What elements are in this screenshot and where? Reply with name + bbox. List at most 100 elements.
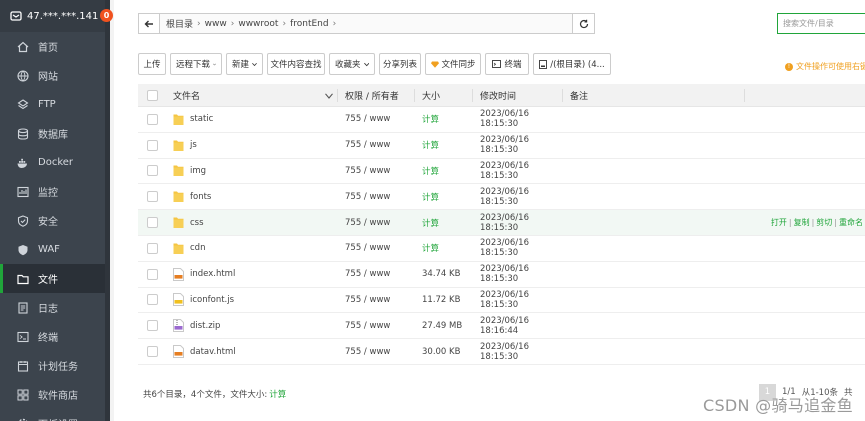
notification-badge[interactable]: 0 <box>100 9 113 22</box>
share-list-button[interactable]: 分享列表 <box>379 53 421 75</box>
sidebar-item-4[interactable]: Docker <box>0 148 105 177</box>
file-name[interactable]: index.html <box>190 269 235 279</box>
table-row[interactable]: css 755 / www 计算 2023/06/16 18:15:30 打开 | 复制 | 剪… <box>138 210 865 236</box>
file-size[interactable]: 计算 <box>418 139 476 151</box>
table-row[interactable]: dist.zip 755 / www 27.49 MB 2023/06/16 18:1… <box>138 313 865 340</box>
new-button[interactable]: 新建 <box>226 53 263 75</box>
sidebar-item-10[interactable]: 终端 <box>0 322 105 351</box>
row-checkbox[interactable] <box>147 242 158 254</box>
file-name[interactable]: datav.html <box>190 347 236 357</box>
sidebar-item-5[interactable]: 监控 <box>0 177 105 206</box>
terminal-icon <box>492 60 502 68</box>
crumb-wwwroot[interactable]: wwwroot <box>238 19 278 29</box>
rename-action[interactable]: 重命名 <box>839 217 863 228</box>
file-name[interactable]: fonts <box>190 192 211 202</box>
sidebar-item-8[interactable]: 文件 <box>0 264 105 293</box>
sidebar-item-7[interactable]: WAF <box>0 235 105 264</box>
header-name[interactable]: 文件名 <box>167 89 341 102</box>
sidebar-scrollbar[interactable] <box>105 0 110 421</box>
file-perm[interactable]: 755 / www <box>341 218 418 228</box>
store-icon <box>17 389 29 401</box>
header-perm[interactable]: 权限 / 所有者 <box>341 89 418 102</box>
file-size[interactable]: 计算 <box>418 191 476 203</box>
file-size[interactable]: 计算 <box>418 242 476 254</box>
server-header[interactable]: 47.***.***.141 <box>0 0 105 32</box>
table-row[interactable]: index.html 755 / www 34.74 KB 2023/06/16 18… <box>138 262 865 288</box>
total-size-calc[interactable]: 计算 <box>269 390 286 400</box>
select-all-checkbox[interactable] <box>147 89 158 101</box>
crumb-root[interactable]: 根目录 <box>166 17 193 30</box>
table-row[interactable]: static 755 / www 计算 2023/06/16 18:15:30 <box>138 107 865 133</box>
file-perm[interactable]: 755 / www <box>341 166 418 176</box>
file-perm[interactable]: 755 / www <box>341 269 418 279</box>
file-name[interactable]: iconfont.js <box>190 295 234 305</box>
sidebar-item-2[interactable]: FTP <box>0 90 105 119</box>
tip-text: 文件操作可使用右键 <box>796 62 865 71</box>
file-name[interactable]: img <box>190 166 206 176</box>
breadcrumb[interactable]: 根目录 › www › wwwroot › frontEnd › <box>160 13 573 34</box>
sidebar-item-6[interactable]: 安全 <box>0 206 105 235</box>
column-divider <box>414 89 415 102</box>
file-perm[interactable]: 755 / www <box>341 347 418 357</box>
file-sync-button[interactable]: 文件同步 <box>425 53 481 75</box>
row-checkbox[interactable] <box>147 139 158 151</box>
disk-button[interactable]: /(根目录) (4... <box>533 53 611 75</box>
sidebar-item-9[interactable]: 日志 <box>0 293 105 322</box>
file-size[interactable]: 计算 <box>418 217 476 229</box>
crumb-separator: › <box>332 18 337 29</box>
terminal-button[interactable]: 终端 <box>485 53 529 75</box>
file-name[interactable]: js <box>190 140 197 150</box>
file-name[interactable]: css <box>190 218 204 228</box>
disk-icon <box>539 59 548 69</box>
remote-download-button[interactable]: 远程下载 <box>170 53 222 75</box>
header-size[interactable]: 大小 <box>418 89 476 102</box>
crumb-frontend[interactable]: frontEnd <box>290 19 329 29</box>
row-checkbox[interactable] <box>147 320 158 332</box>
table-row[interactable]: datav.html 755 / www 30.00 KB 2023/06/16 18… <box>138 339 865 365</box>
table-row[interactable]: cdn 755 / www 计算 2023/06/16 18:15:30 <box>138 236 865 262</box>
favorites-button[interactable]: 收藏夹 <box>329 53 375 75</box>
search-input[interactable]: 搜索文件/目录 <box>777 13 865 34</box>
sidebar-item-1[interactable]: 网站 <box>0 61 105 90</box>
content-search-button[interactable]: 文件内容查找 <box>267 53 325 75</box>
row-checkbox[interactable] <box>147 268 158 280</box>
file-name[interactable]: static <box>190 114 213 124</box>
file-name[interactable]: dist.zip <box>190 321 220 331</box>
row-checkbox[interactable] <box>147 113 158 125</box>
open-action[interactable]: 打开 <box>771 217 787 228</box>
crumb-www[interactable]: www <box>205 19 227 29</box>
file-perm[interactable]: 755 / www <box>341 114 418 124</box>
sidebar-item-3[interactable]: 数据库 <box>0 119 105 148</box>
file-perm[interactable]: 755 / www <box>341 295 418 305</box>
row-checkbox[interactable] <box>147 294 158 306</box>
file-size[interactable]: 计算 <box>418 113 476 125</box>
row-checkbox[interactable] <box>147 217 158 229</box>
table-row[interactable]: img 755 / www 计算 2023/06/16 18:15:30 <box>138 159 865 185</box>
sidebar-item-11[interactable]: 计划任务 <box>0 351 105 380</box>
chevron-down-icon[interactable] <box>325 93 333 99</box>
row-checkbox[interactable] <box>147 346 158 358</box>
column-divider <box>562 89 563 102</box>
file-name[interactable]: cdn <box>190 243 205 253</box>
file-perm[interactable]: 755 / www <box>341 140 418 150</box>
file-perm[interactable]: 755 / www <box>341 243 418 253</box>
sidebar-item-0[interactable]: 首页 <box>0 32 105 61</box>
file-size[interactable]: 计算 <box>418 165 476 177</box>
row-checkbox[interactable] <box>147 191 158 203</box>
table-row[interactable]: js 755 / www 计算 2023/06/16 18:15:30 <box>138 133 865 159</box>
refresh-button[interactable] <box>573 13 595 34</box>
sidebar-item-12[interactable]: 软件商店 <box>0 380 105 409</box>
remote-download-label: 远程下载 <box>176 60 211 70</box>
copy-action[interactable]: 复制 <box>794 217 810 228</box>
header-mtime[interactable]: 修改时间 <box>476 89 566 102</box>
row-checkbox[interactable] <box>147 165 158 177</box>
file-perm[interactable]: 755 / www <box>341 321 418 331</box>
folder-icon <box>17 273 29 285</box>
cut-action[interactable]: 剪切 <box>816 217 832 228</box>
upload-button[interactable]: 上传 <box>138 53 166 75</box>
sidebar-item-13[interactable]: 面板设置 <box>0 409 105 421</box>
table-row[interactable]: fonts 755 / www 计算 2023/06/16 18:15:30 <box>138 184 865 211</box>
table-row[interactable]: iconfont.js 755 / www 11.72 KB 2023/06/16 1… <box>138 288 865 314</box>
back-button[interactable] <box>138 13 160 34</box>
file-perm[interactable]: 755 / www <box>341 192 418 202</box>
